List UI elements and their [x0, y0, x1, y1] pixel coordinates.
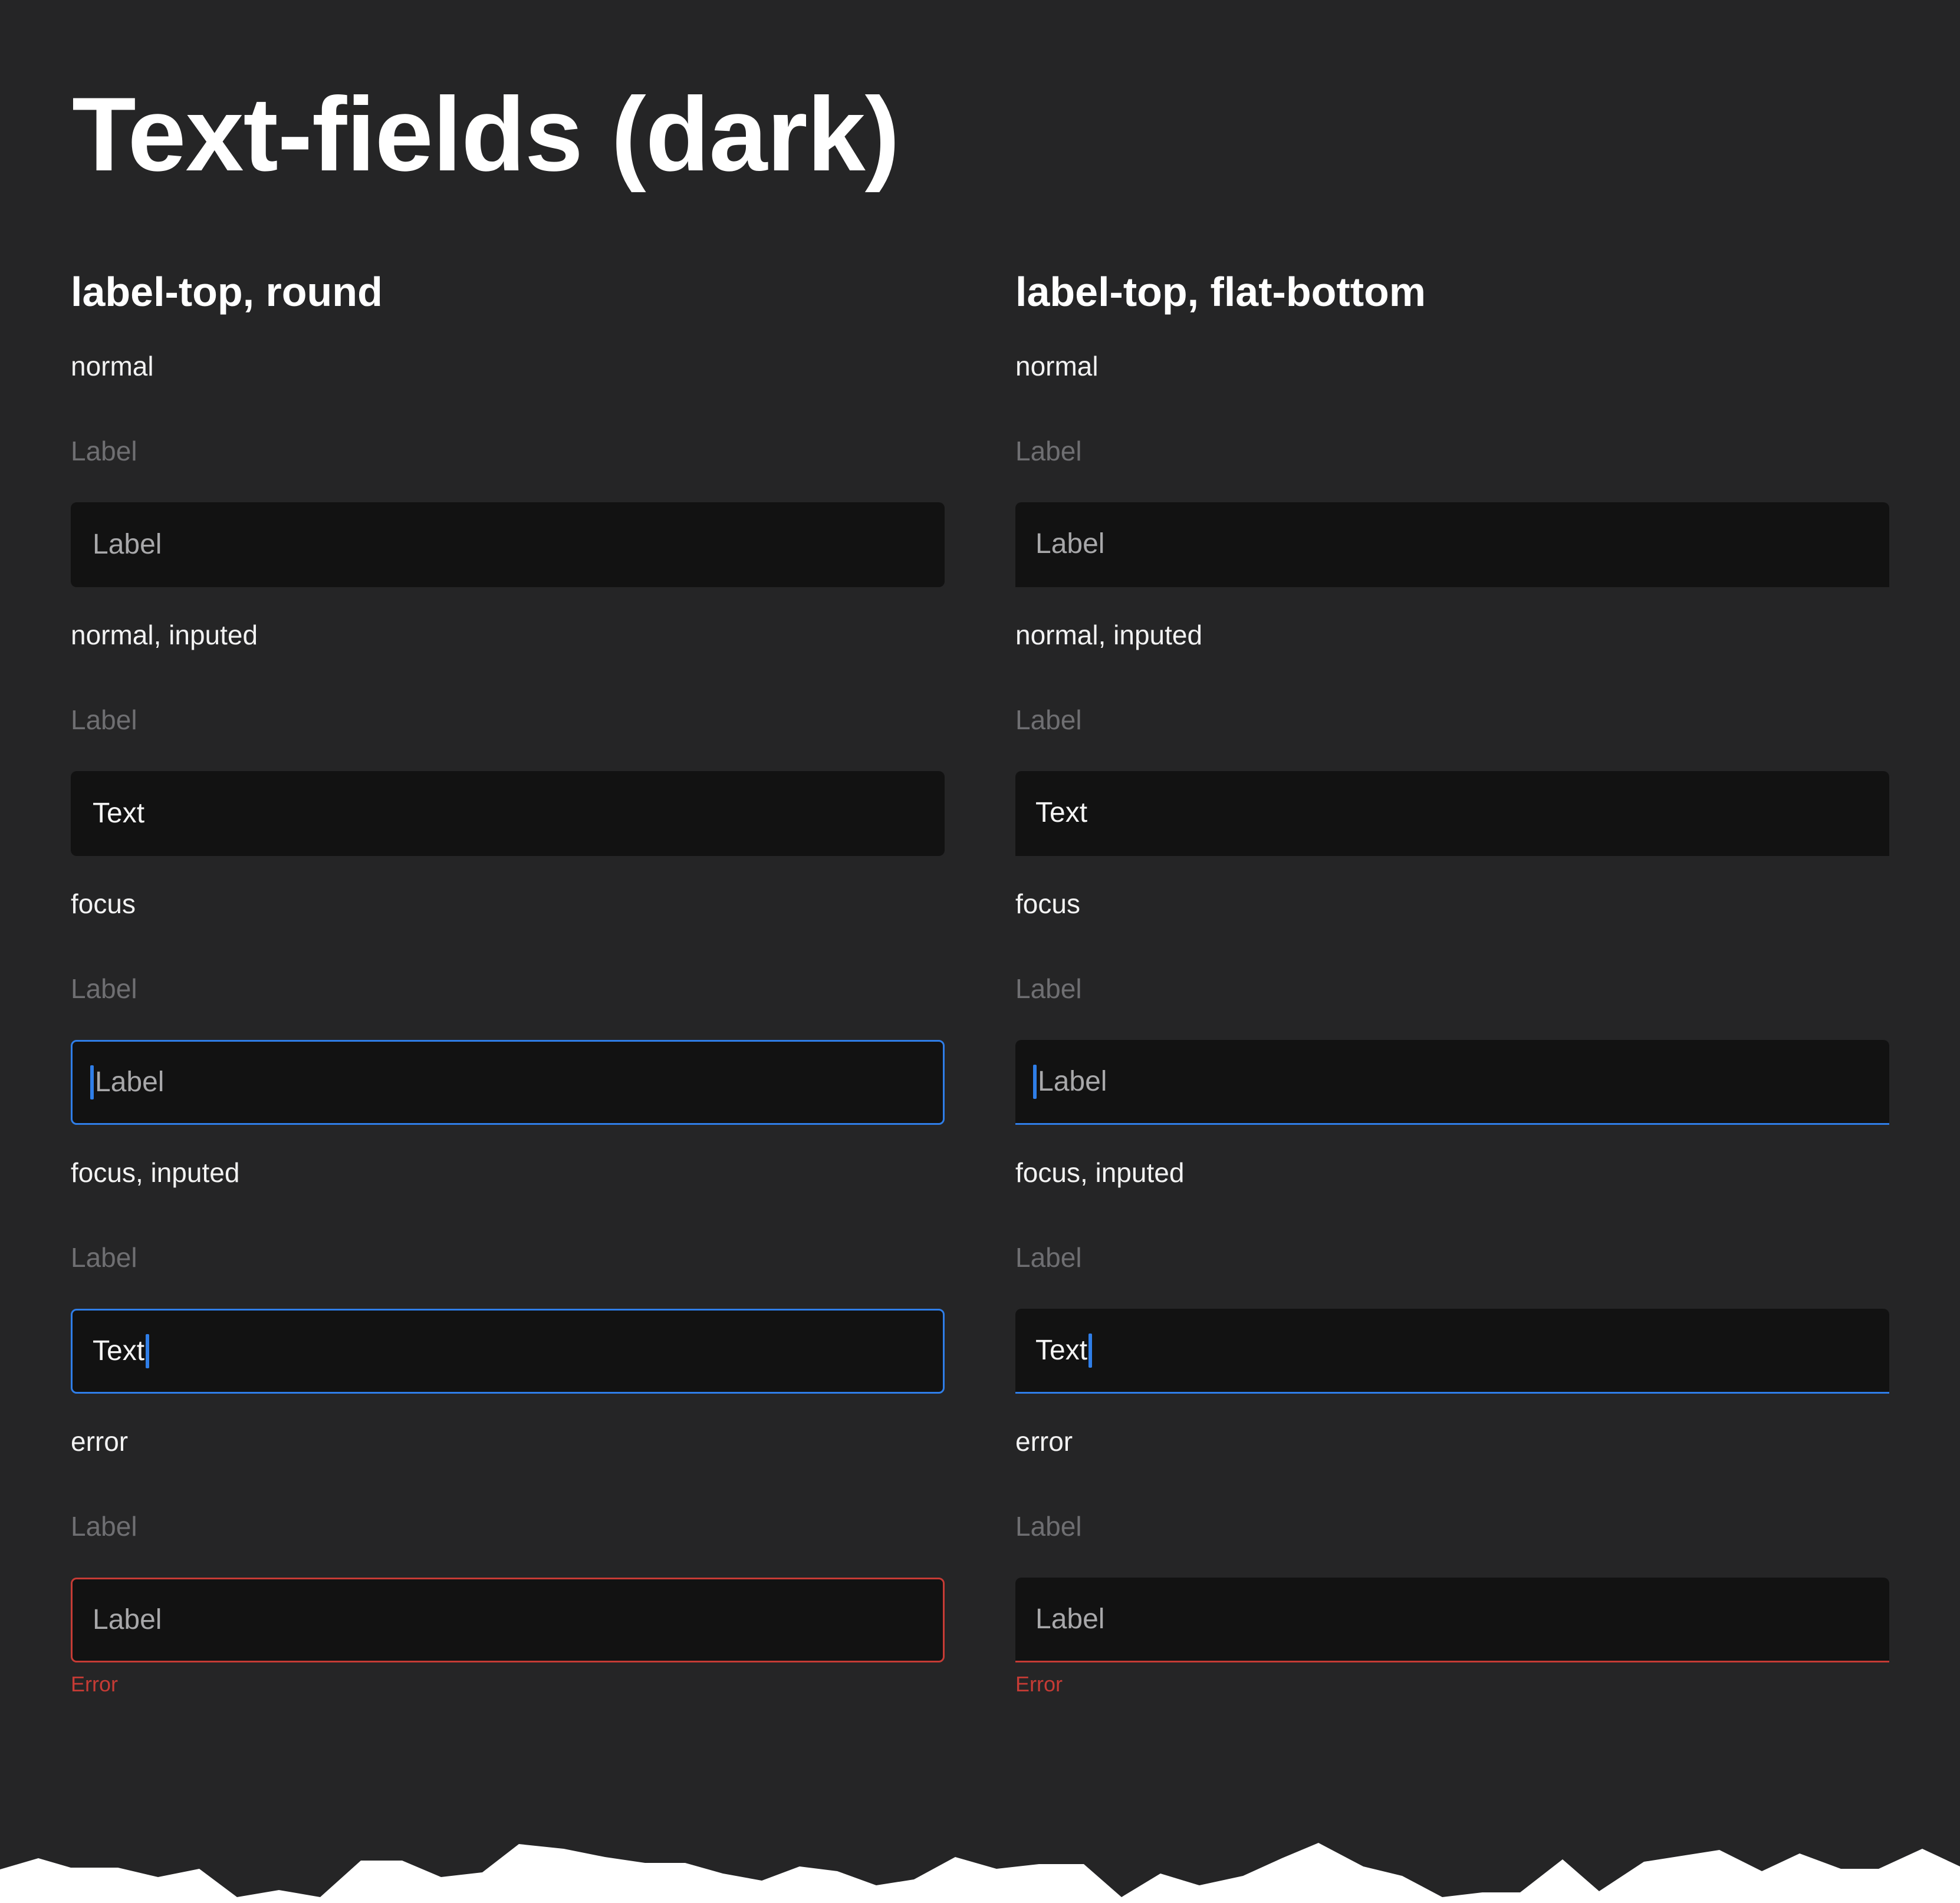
field-label: Label — [71, 704, 137, 735]
field-label: Label — [71, 436, 137, 466]
torn-paper-edge — [0, 1843, 1960, 1903]
state-caption: focus, inputed — [71, 1157, 240, 1188]
state-caption: error — [1015, 1426, 1073, 1457]
flat-normal-inputed-input[interactable]: Text — [1015, 771, 1889, 856]
text-caret — [146, 1334, 150, 1368]
field-label: Label — [1015, 1242, 1082, 1273]
text-caret — [90, 1065, 94, 1099]
state-caption: normal — [71, 351, 154, 381]
state-caption: normal — [1015, 351, 1099, 381]
error-message: Error — [1015, 1672, 1063, 1696]
state-caption: focus — [71, 888, 136, 919]
flat-focus-input[interactable]: Label — [1015, 1040, 1889, 1125]
input-value: Text — [1035, 796, 1088, 828]
flat-error-input[interactable]: Label — [1015, 1578, 1889, 1662]
input-placeholder: Label — [1038, 1065, 1107, 1097]
flat-bottom-section-heading: label-top, flat-bottom — [1015, 269, 1426, 315]
field-label: Label — [1015, 436, 1082, 466]
state-caption: error — [71, 1426, 129, 1457]
flat-normal-input[interactable]: Label — [1015, 502, 1889, 587]
round-section-heading: label-top, round — [71, 269, 383, 315]
field-label: Label — [71, 1511, 137, 1542]
input-value: Text — [93, 798, 145, 829]
state-caption: normal, inputed — [1015, 620, 1203, 650]
round-focus-state: focus Label Label — [71, 883, 945, 1152]
field-label: Label — [1015, 1511, 1082, 1542]
field-label: Label — [71, 973, 137, 1004]
page-title: Text-fields (dark) — [72, 75, 900, 193]
round-normal-input[interactable]: Label — [71, 502, 945, 587]
round-focus-inputed-input[interactable]: Text — [71, 1309, 945, 1394]
field-label: Label — [71, 1242, 137, 1273]
flat-focus-inputed-input[interactable]: Text — [1015, 1309, 1889, 1394]
input-placeholder: Label — [1035, 1603, 1105, 1635]
round-focus-inputed-state: focus, inputed Label Text — [71, 1152, 945, 1421]
flat-normal-inputed-state: normal, inputed Label Text — [1015, 614, 1889, 883]
flat-normal-state: normal Label Label — [1015, 345, 1889, 614]
input-placeholder: Label — [93, 1604, 162, 1635]
text-caret — [1088, 1333, 1093, 1368]
state-caption: normal, inputed — [71, 620, 258, 650]
text-fields-dark-page: Text-fields (dark) label-top, round norm… — [0, 0, 1960, 1903]
input-value: Text — [93, 1335, 145, 1367]
round-normal-inputed-state: normal, inputed Label Text — [71, 614, 945, 883]
flat-error-state: error Label Label Error — [1015, 1421, 1889, 1696]
state-caption: focus, inputed — [1015, 1157, 1185, 1188]
field-label: Label — [1015, 704, 1082, 735]
input-placeholder: Label — [95, 1066, 165, 1098]
state-caption: focus — [1015, 888, 1080, 919]
round-error-state: error Label Label Error — [71, 1421, 945, 1696]
text-caret — [1033, 1064, 1037, 1099]
round-normal-inputed-input[interactable]: Text — [71, 771, 945, 856]
round-normal-state: normal Label Label — [71, 345, 945, 614]
input-placeholder: Label — [1035, 528, 1105, 559]
field-label: Label — [1015, 973, 1082, 1004]
input-value: Text — [1035, 1334, 1088, 1366]
round-focus-input[interactable]: Label — [71, 1040, 945, 1125]
flat-focus-state: focus Label Label — [1015, 883, 1889, 1152]
flat-focus-inputed-state: focus, inputed Label Text — [1015, 1152, 1889, 1421]
input-placeholder: Label — [93, 529, 162, 560]
error-message: Error — [71, 1672, 118, 1696]
round-error-input[interactable]: Label — [71, 1578, 945, 1662]
